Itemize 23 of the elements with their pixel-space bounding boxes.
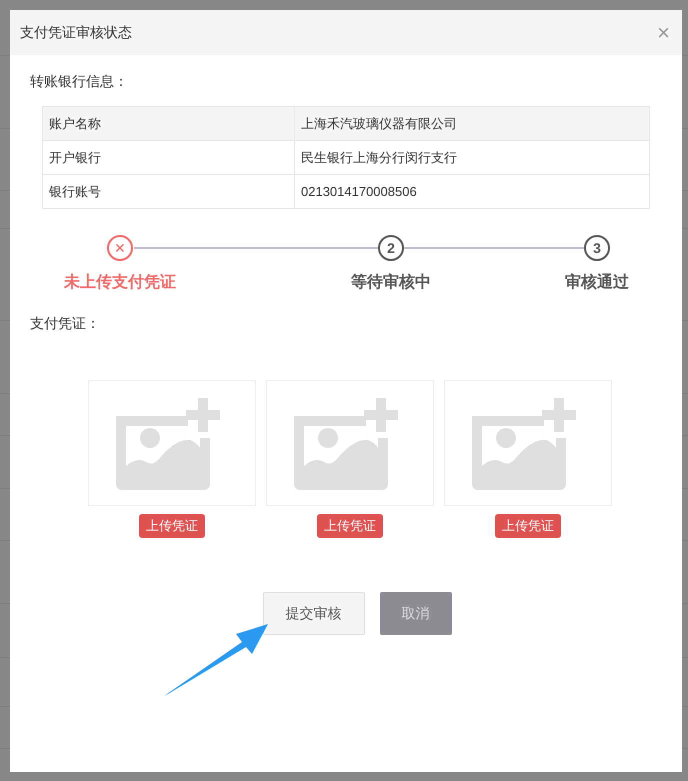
table-cell-text: 0213014170008506 — [300, 182, 418, 201]
step-label: 审核通过 — [565, 272, 629, 293]
section-heading: 支付凭证： — [30, 314, 101, 333]
section-heading: 转账银行信息： — [30, 72, 129, 91]
table-cell: 银行账号 — [43, 175, 295, 208]
step-number: 2 — [378, 235, 404, 261]
table-cell: 开户银行 — [43, 141, 295, 174]
upload-slot[interactable] — [444, 380, 612, 506]
dialog-title: 支付凭证审核状态 — [20, 23, 132, 42]
upload-slot[interactable] — [266, 380, 434, 506]
upload-button[interactable]: 上传凭证 — [495, 514, 561, 538]
upload-button[interactable]: 上传凭证 — [139, 514, 205, 538]
step-label: 等待审核中 — [351, 272, 431, 293]
table-cell: 账户名称 — [43, 107, 295, 140]
table-cell-text: 上海禾汽玻璃仪器有限公司 — [300, 114, 458, 133]
error-step-icon: ✕ — [107, 235, 133, 261]
step-label: 未上传支付凭证 — [64, 272, 176, 293]
table-cell-text: 民生银行上海分行闵行支行 — [300, 148, 458, 167]
upload-button[interactable]: 上传凭证 — [317, 514, 383, 538]
upload-slot[interactable] — [88, 380, 256, 506]
close-button[interactable]: × — [657, 22, 670, 44]
step-number: 3 — [584, 235, 610, 261]
submit-button[interactable]: 提交审核 — [262, 592, 364, 635]
